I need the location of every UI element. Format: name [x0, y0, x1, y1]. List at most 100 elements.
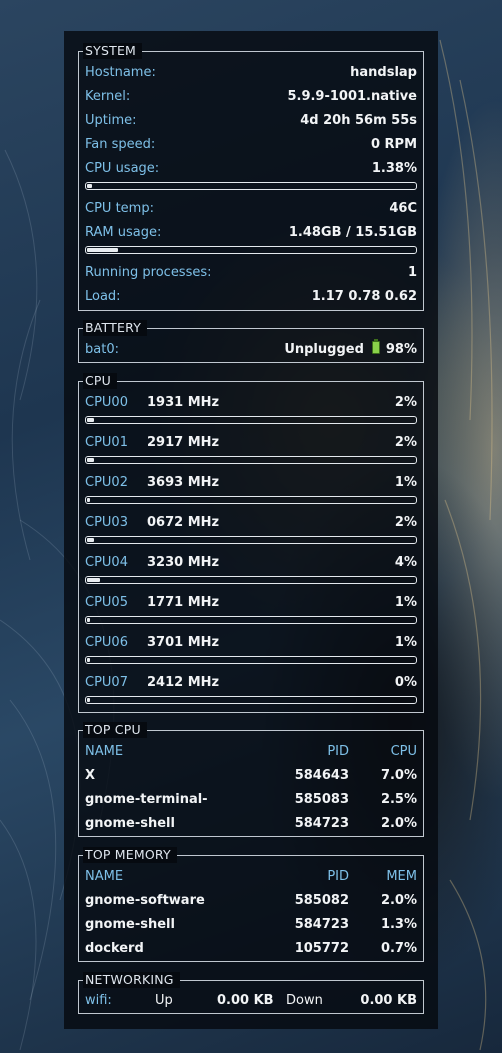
upload-value: 0.00 KB: [217, 993, 274, 1008]
uptime-value: 4d 20h 56m 55s: [300, 113, 417, 128]
top-cpu-header: NAME PID CPU: [85, 743, 417, 761]
core-frequency: 1771 MHz: [147, 595, 220, 610]
process-name: gnome-terminal-: [85, 792, 208, 807]
process-row: X 584643 7.0%: [85, 767, 417, 785]
section-title: TOP MEMORY: [83, 847, 177, 863]
core-usage-bar-fill: [87, 658, 90, 662]
core-usage: 1%: [394, 475, 417, 490]
cpu-core-row: CPU06 3701 MHz 1%: [85, 634, 417, 652]
core-frequency: 1931 MHz: [147, 395, 220, 410]
core-frequency: 3693 MHz: [147, 475, 220, 490]
ram-value: 1.48GB / 15.51GB: [288, 225, 417, 240]
battery-name: bat0:: [85, 342, 119, 357]
core-usage-bar-fill: [87, 698, 90, 702]
name-column-header: NAME: [85, 869, 124, 884]
procs-value: 1: [407, 265, 417, 280]
top-cpu-section: TOP CPU NAME PID CPU X 584643 7.0% gnome-te…: [78, 722, 424, 837]
fan-value: 0 RPM: [370, 137, 417, 152]
process-pid: 585083: [294, 792, 349, 807]
fan-row: Fan speed: 0 RPM: [85, 136, 417, 154]
section-title: CPU: [83, 373, 118, 389]
process-value: 2.0%: [380, 816, 417, 831]
fan-label: Fan speed:: [85, 137, 156, 152]
core-usage-bar: [85, 656, 417, 664]
core-usage-bar: [85, 536, 417, 544]
upload-label: Up: [155, 993, 173, 1008]
uptime-row: Uptime: 4d 20h 56m 55s: [85, 112, 417, 130]
core-usage: 2%: [394, 515, 417, 530]
pid-column-header: PID: [327, 869, 349, 884]
top-memory-section: TOP MEMORY NAME PID MEM gnome-software 58…: [78, 847, 424, 962]
battery-icon: [371, 339, 380, 354]
hostname-value: handslap: [350, 65, 417, 80]
core-name: CPU06: [85, 635, 128, 650]
load-label: Load:: [85, 289, 121, 304]
process-value: 7.0%: [380, 768, 417, 783]
mem-column-header: MEM: [386, 869, 417, 884]
ram-row: RAM usage: 1.48GB / 15.51GB: [85, 224, 417, 242]
cpu-temp-value: 46C: [389, 201, 417, 216]
core-usage-bar-fill: [87, 538, 94, 542]
process-row: gnome-shell 584723 2.0%: [85, 815, 417, 833]
conky-panel: SYSTEM Hostname: handslap Kernel: 5.9.9-…: [64, 31, 438, 1029]
cpu-temp-label: CPU temp:: [85, 201, 154, 216]
core-usage-bar: [85, 416, 417, 424]
core-frequency: 2412 MHz: [147, 675, 220, 690]
cpu-core-row: CPU05 1771 MHz 1%: [85, 594, 417, 612]
process-value: 0.7%: [380, 941, 417, 956]
network-interface: wifi:: [85, 993, 112, 1008]
core-usage: 1%: [394, 635, 417, 650]
process-name: dockerd: [85, 941, 144, 956]
process-name: gnome-software: [85, 893, 205, 908]
cpu-usage-bar: [85, 182, 417, 190]
section-title: BATTERY: [83, 320, 148, 336]
core-usage-bar-fill: [87, 418, 94, 422]
download-label: Down: [286, 993, 323, 1008]
cpu-core-row: CPU00 1931 MHz 2%: [85, 394, 417, 412]
cpu-column-header: CPU: [390, 744, 417, 759]
cpu-core-row: CPU02 3693 MHz 1%: [85, 474, 417, 492]
core-usage-bar-fill: [87, 498, 90, 502]
core-name: CPU02: [85, 475, 128, 490]
cpu-usage-label: CPU usage:: [85, 161, 160, 176]
load-row: Load: 1.17 0.78 0.62: [85, 288, 417, 306]
process-row: gnome-shell 584723 1.3%: [85, 916, 417, 934]
system-section: SYSTEM Hostname: handslap Kernel: 5.9.9-…: [78, 43, 424, 311]
process-row: gnome-terminal- 585083 2.5%: [85, 791, 417, 809]
top-memory-header: NAME PID MEM: [85, 868, 417, 886]
cpu-core-row: CPU07 2412 MHz 0%: [85, 674, 417, 692]
core-usage-bar-fill: [87, 458, 94, 462]
core-usage-bar-fill: [87, 578, 100, 582]
core-frequency: 2917 MHz: [147, 435, 220, 450]
core-name: CPU01: [85, 435, 128, 450]
cpu-core-row: CPU04 3230 MHz 4%: [85, 554, 417, 572]
core-usage: 0%: [394, 675, 417, 690]
download-value: 0.00 KB: [360, 993, 417, 1008]
pid-column-header: PID: [327, 744, 349, 759]
cpu-core-row: CPU01 2917 MHz 2%: [85, 434, 417, 452]
core-name: CPU05: [85, 595, 128, 610]
process-value: 1.3%: [380, 917, 417, 932]
core-frequency: 0672 MHz: [147, 515, 220, 530]
process-row: gnome-software 585082 2.0%: [85, 892, 417, 910]
battery-status-group: Unplugged 98%: [284, 339, 417, 359]
battery-section: BATTERY bat0: Unplugged 98%: [78, 320, 424, 363]
process-name: X: [85, 768, 96, 783]
cpu-usage-row: CPU usage: 1.38%: [85, 160, 417, 178]
process-pid: 585082: [294, 893, 349, 908]
load-value: 1.17 0.78 0.62: [311, 289, 417, 304]
core-usage-bar-fill: [87, 618, 90, 622]
procs-label: Running processes:: [85, 265, 212, 280]
core-name: CPU00: [85, 395, 128, 410]
cpu-usage-bar-fill: [87, 184, 92, 188]
core-name: CPU07: [85, 675, 128, 690]
battery-status: Unplugged: [284, 342, 364, 357]
core-usage: 1%: [394, 595, 417, 610]
procs-row: Running processes: 1: [85, 264, 417, 282]
core-usage-bar: [85, 456, 417, 464]
core-usage-bar: [85, 496, 417, 504]
core-name: CPU04: [85, 555, 128, 570]
core-usage-bar: [85, 696, 417, 704]
core-usage: 4%: [394, 555, 417, 570]
core-frequency: 3230 MHz: [147, 555, 220, 570]
